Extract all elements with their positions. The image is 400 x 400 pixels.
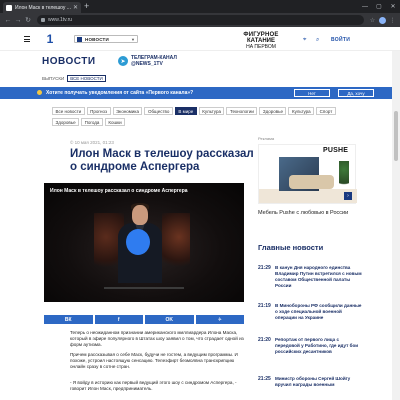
ad-label: Реклама (258, 136, 275, 141)
chevron-down-icon: ▼ (131, 36, 135, 42)
tab-title: Илон Маск в телешоу ... (15, 4, 71, 11)
category-tag[interactable]: Спорт (316, 107, 336, 115)
ad-brand-logo: PUSHE (323, 147, 349, 154)
category-tag[interactable]: Технологии (226, 107, 258, 115)
article-paragraph: Причем рассказывая о себе Маск, будучи н… (70, 352, 238, 369)
telegram-label: ТЕЛЕГРАМ-КАНАЛ @NEWS_1TV (130, 55, 177, 67)
news-list-item[interactable]: 21:25 Министр обороны Сергей Шойгу вручи… (258, 376, 362, 388)
minimize-icon[interactable]: — (358, 0, 372, 13)
avatar[interactable] (379, 16, 386, 24)
address-bar[interactable]: www.1tv.ru (37, 15, 364, 25)
star-icon[interactable]: ☆ (368, 17, 377, 24)
play-button[interactable] (126, 229, 150, 255)
telegram-icon: ➤ (118, 56, 128, 66)
ad-caption[interactable]: Мебель Pushe с любовью в России (258, 210, 356, 217)
news-text: Репортаж от первого лица с передовой у Р… (275, 337, 359, 354)
notification-bar: Хотите получать уведомления от сайта «Пе… (0, 87, 400, 99)
hamburger-icon[interactable] (24, 36, 30, 44)
article-headline: Илон Маск в телешоу рассказал о синдроме… (70, 148, 254, 173)
site-header: 1 НОВОСТИ ▼ ФИГУРНОЕ КАТАНИЕ НА ПЕРВОМ ⌖… (0, 27, 400, 51)
category-tag[interactable]: Прогноз (86, 107, 111, 115)
browser-tab-strip: Илон Маск в телешоу ... ✕ + — ▢ ✕ (0, 0, 400, 13)
figure-skating-promo[interactable]: ФИГУРНОЕ КАТАНИЕ НА ПЕРВОМ (228, 32, 294, 50)
share-telegram-button[interactable]: ✈ (195, 315, 244, 324)
main-news-title: Главные новости (258, 243, 324, 252)
news-subnav: ВЫПУСКИ ВСЕ НОВОСТИ (42, 75, 106, 82)
share-ok-button[interactable]: OK (145, 315, 194, 324)
video-player[interactable]: Илон Маск в телешоу рассказал о синдроме… (44, 183, 244, 302)
category-tag[interactable]: Культура (288, 107, 315, 115)
category-tags: Все новости Прогноз Экономика Общество В мир… (52, 107, 352, 126)
news-list-item[interactable]: 21:29 В канун Дня народного единства Вла… (258, 265, 362, 289)
category-tag[interactable]: Общество (144, 107, 173, 115)
news-time: 21:25 (258, 376, 271, 382)
search-icon[interactable]: ⌕ (316, 37, 319, 44)
category-tag[interactable]: В мире (174, 107, 197, 115)
scrollbar-thumb[interactable] (394, 111, 398, 161)
category-tag[interactable]: Здоровье (52, 117, 80, 126)
menu-icon[interactable]: ⋮ (388, 17, 397, 24)
telegram-channel-link[interactable]: ➤ ТЕЛЕГРАМ-КАНАЛ @NEWS_1TV (118, 55, 210, 67)
notification-yes-button[interactable]: Да, хочу (338, 89, 374, 97)
maximize-icon[interactable]: ▢ (372, 0, 386, 13)
subnav-releases[interactable]: ВЫПУСКИ (42, 76, 64, 81)
ad-banner[interactable]: PUSHE › (258, 144, 357, 204)
bell-icon (37, 90, 42, 95)
news-time: 21:19 (258, 303, 271, 309)
news-title[interactable]: НОВОСТИ (42, 56, 96, 67)
forward-icon[interactable]: → (13, 17, 23, 24)
news-section-icon (77, 36, 82, 42)
video-title: Илон Маск в телешоу рассказал о синдроме… (50, 188, 188, 194)
close-tab-icon[interactable]: ✕ (73, 4, 78, 11)
lock-icon (41, 18, 45, 22)
new-tab-icon[interactable]: + (84, 1, 89, 11)
article-date: © 10 мая 2021, 01:23 (70, 140, 114, 145)
back-icon[interactable]: ← (3, 17, 13, 24)
share-facebook-button[interactable]: f (94, 315, 143, 324)
category-tag[interactable]: Кошки (104, 117, 126, 126)
category-tag[interactable]: Культура (198, 107, 225, 115)
category-tag[interactable]: Погода (81, 117, 103, 126)
favicon-icon (6, 4, 12, 11)
article-paragraph: Теперь о неожиданном признании американс… (70, 330, 244, 347)
notification-message: Хотите получать уведомления от сайта «Пе… (46, 90, 194, 96)
news-list-item[interactable]: 21:19 В Минобороны РФ сообщили данные о … (258, 303, 362, 321)
article-paragraph: - Я войду в историю как первый ведущий э… (70, 380, 237, 391)
news-time: 21:29 (258, 265, 271, 271)
news-text: В Минобороны РФ сообщили данные о ходе с… (275, 303, 362, 320)
news-list-item[interactable]: 21:20 Репортаж от первого лица с передов… (258, 337, 362, 355)
news-text: Министр обороны Сергей Шойгу вручил нагр… (275, 376, 351, 387)
channel-one-logo[interactable]: 1 (38, 33, 62, 45)
location-icon[interactable]: ⌖ (303, 37, 306, 44)
login-button[interactable]: ВОЙТИ (331, 37, 350, 43)
notification-no-button[interactable]: Нет (294, 89, 330, 97)
browser-tab[interactable]: Илон Маск в телешоу ... ✕ (3, 2, 81, 13)
category-tag[interactable]: Здоровье (259, 107, 287, 115)
subnav-all-news[interactable]: ВСЕ НОВОСТИ (67, 75, 106, 82)
browser-toolbar: ← → ↻ www.1tv.ru ☆ ⋮ (0, 13, 400, 27)
close-window-icon[interactable]: ✕ (386, 0, 400, 13)
category-tag[interactable]: Экономика (112, 107, 143, 115)
page-scrollbar[interactable] (392, 51, 400, 400)
news-text: В канун Дня народного единства Владимир … (275, 265, 362, 288)
news-time: 21:20 (258, 337, 271, 343)
section-selector[interactable]: НОВОСТИ ▼ (74, 35, 138, 43)
url-text: www.1tv.ru (48, 17, 73, 23)
share-bar: ВК f OK ✈ (44, 315, 244, 324)
reload-icon[interactable]: ↻ (23, 16, 33, 24)
window-controls: — ▢ ✕ (358, 0, 400, 13)
section-label: НОВОСТИ (85, 36, 109, 42)
category-tag[interactable]: Все новости (52, 107, 85, 115)
arrow-right-icon[interactable]: › (344, 192, 352, 200)
share-vk-button[interactable]: ВК (44, 315, 93, 324)
